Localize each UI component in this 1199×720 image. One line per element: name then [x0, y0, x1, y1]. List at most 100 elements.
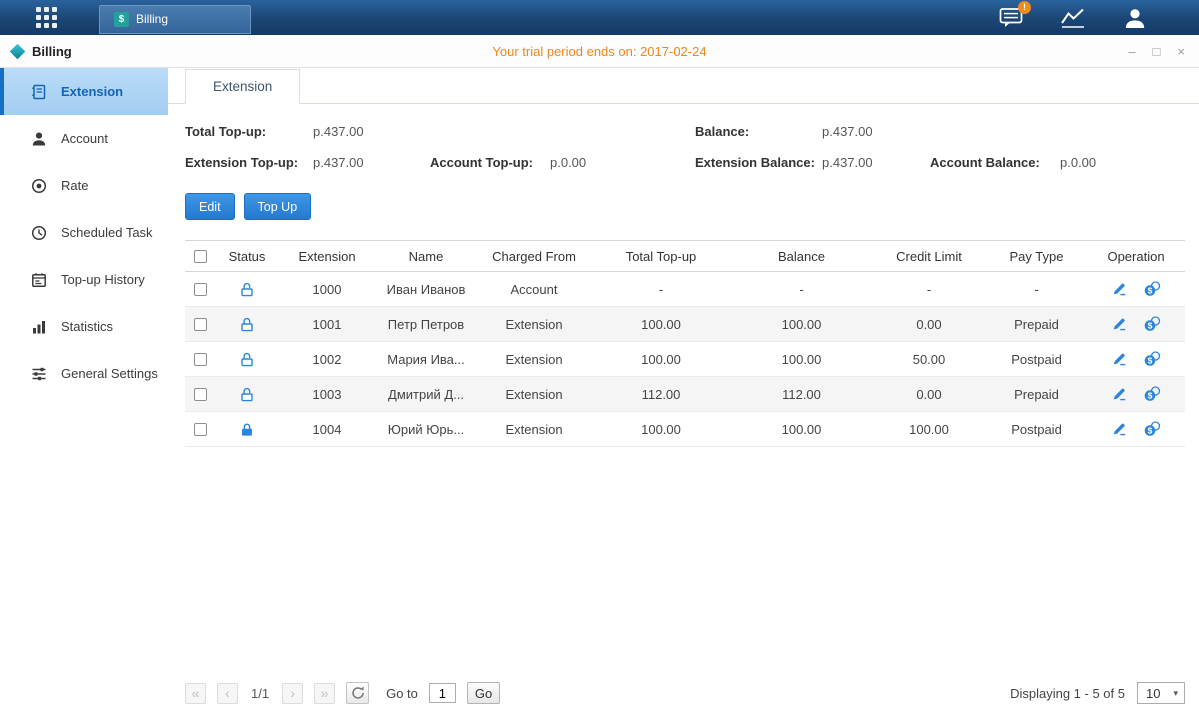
account-topup-value: p.0.00 — [550, 155, 586, 170]
sidebar-item-statistics[interactable]: Statistics — [0, 303, 168, 350]
top-up-coins-icon[interactable]: $ — [1144, 351, 1161, 367]
extension-topup-label: Extension Top-up: — [185, 155, 298, 170]
table-row: 1001 Петр Петров Extension 100.00 100.00… — [185, 307, 1185, 342]
table-row: 1002 Мария Ива... Extension 100.00 100.0… — [185, 342, 1185, 377]
page-size-select[interactable]: 10 ▾ — [1137, 682, 1185, 704]
billing-app-tab[interactable]: $ Billing — [99, 5, 251, 34]
col-pay-type: Pay Type — [986, 249, 1087, 264]
tab-extension[interactable]: Extension — [185, 69, 300, 104]
col-operation: Operation — [1087, 249, 1185, 264]
billing-dollar-icon: $ — [114, 12, 129, 27]
displaying-text: Displaying 1 - 5 of 5 — [1010, 686, 1125, 701]
sidebar-item-label: Top-up History — [61, 272, 145, 287]
maximize-button[interactable]: □ — [1153, 45, 1161, 58]
caret-down-icon: ▾ — [1173, 688, 1178, 699]
billing-logo-icon — [10, 43, 26, 59]
messages-icon[interactable]: ! — [999, 7, 1023, 29]
main-content: Extension Total Top-up: p.437.00 Balance… — [168, 68, 1199, 720]
balance-cell: 100.00 — [731, 422, 872, 437]
summary-row-1: Total Top-up: p.437.00 Balance: p.437.00 — [185, 118, 1185, 149]
app-grid-icon[interactable] — [36, 7, 57, 28]
edit-pencil-icon[interactable] — [1112, 386, 1127, 402]
balance-cell: 100.00 — [731, 352, 872, 367]
col-status: Status — [215, 249, 279, 264]
edit-pencil-icon[interactable] — [1112, 316, 1127, 332]
table-row: 1000 Иван Иванов Account - - - - $ — [185, 272, 1185, 307]
edit-button[interactable]: Edit — [185, 193, 235, 220]
sidebar-item-label: Rate — [61, 178, 88, 193]
extension-icon — [30, 84, 48, 100]
total-topup-value: p.437.00 — [313, 124, 364, 139]
balance-label: Balance: — [695, 124, 749, 139]
credit-limit-cell: 0.00 — [872, 317, 986, 332]
minimize-button[interactable]: – — [1128, 45, 1135, 58]
topup-history-icon — [30, 272, 48, 288]
row-checkbox[interactable] — [194, 423, 207, 436]
top-up-coins-icon[interactable]: $ — [1144, 421, 1161, 437]
row-checkbox[interactable] — [194, 283, 207, 296]
credit-limit-cell: 50.00 — [872, 352, 986, 367]
refresh-button[interactable] — [346, 682, 369, 704]
account-topup-label: Account Top-up: — [430, 155, 533, 170]
balance-cell: 112.00 — [731, 387, 872, 402]
sidebar-item-label: Scheduled Task — [61, 225, 153, 240]
select-all-checkbox[interactable] — [194, 250, 207, 263]
last-page-button[interactable]: » — [314, 683, 335, 704]
table-body: 1000 Иван Иванов Account - - - - $ — [185, 272, 1185, 447]
sidebar-item-extension[interactable]: Extension — [0, 68, 168, 115]
svg-text:$: $ — [1147, 391, 1152, 401]
status-lock-icon[interactable] — [240, 282, 254, 297]
sidebar-item-label: Statistics — [61, 319, 113, 334]
page-indicator: 1/1 — [251, 686, 269, 701]
goto-label: Go to — [386, 686, 418, 701]
statistics-icon — [30, 319, 48, 335]
extension-name: Мария Ива... — [375, 352, 477, 367]
table-header: Status Extension Name Charged From Total… — [185, 240, 1185, 272]
edit-pencil-icon[interactable] — [1112, 351, 1127, 367]
row-checkbox[interactable] — [194, 388, 207, 401]
top-up-coins-icon[interactable]: $ — [1144, 281, 1161, 297]
row-checkbox[interactable] — [194, 353, 207, 366]
general-settings-icon — [30, 366, 48, 382]
col-charged-from: Charged From — [477, 249, 591, 264]
window-title-bar: Billing Your trial period ends on: 2017-… — [0, 35, 1199, 68]
balance-cell: - — [731, 282, 872, 297]
next-page-button[interactable]: › — [282, 683, 303, 704]
rate-icon — [30, 178, 48, 194]
extension-table: Status Extension Name Charged From Total… — [185, 240, 1185, 447]
first-page-button[interactable]: « — [185, 683, 206, 704]
credit-limit-cell: 100.00 — [872, 422, 986, 437]
status-lock-icon[interactable] — [240, 352, 254, 367]
trial-period-notice: Your trial period ends on: 2017-02-24 — [0, 44, 1199, 59]
prev-page-button[interactable]: ‹ — [217, 683, 238, 704]
edit-pencil-icon[interactable] — [1112, 281, 1127, 297]
status-lock-icon[interactable] — [240, 317, 254, 332]
svg-text:$: $ — [1147, 286, 1152, 296]
goto-page-input[interactable] — [429, 683, 456, 703]
status-lock-icon[interactable] — [240, 387, 254, 402]
total-topup-cell: 112.00 — [591, 387, 731, 402]
statistics-chart-icon[interactable] — [1060, 7, 1086, 29]
top-up-button[interactable]: Top Up — [244, 193, 312, 220]
row-checkbox[interactable] — [194, 318, 207, 331]
sidebar-item-scheduled-task[interactable]: Scheduled Task — [0, 209, 168, 256]
credit-limit-cell: 0.00 — [872, 387, 986, 402]
sidebar-item-topup-history[interactable]: Top-up History — [0, 256, 168, 303]
close-button[interactable]: × — [1177, 45, 1185, 58]
status-lock-icon[interactable] — [240, 422, 254, 437]
sidebar-item-rate[interactable]: Rate — [0, 162, 168, 209]
charged-from-value: Extension — [477, 352, 591, 367]
edit-pencil-icon[interactable] — [1112, 421, 1127, 437]
go-button[interactable]: Go — [467, 682, 500, 704]
pay-type-cell: Prepaid — [986, 387, 1087, 402]
charged-from-value: Extension — [477, 387, 591, 402]
top-up-coins-icon[interactable]: $ — [1144, 316, 1161, 332]
sidebar-item-general-settings[interactable]: General Settings — [0, 350, 168, 397]
top-up-coins-icon[interactable]: $ — [1144, 386, 1161, 402]
col-credit-limit: Credit Limit — [872, 249, 986, 264]
sidebar-item-account[interactable]: Account — [0, 115, 168, 162]
extension-name: Иван Иванов — [375, 282, 477, 297]
user-account-icon[interactable] — [1123, 7, 1147, 29]
extension-number: 1003 — [279, 387, 375, 402]
extension-name: Юрий Юрь... — [375, 422, 477, 437]
